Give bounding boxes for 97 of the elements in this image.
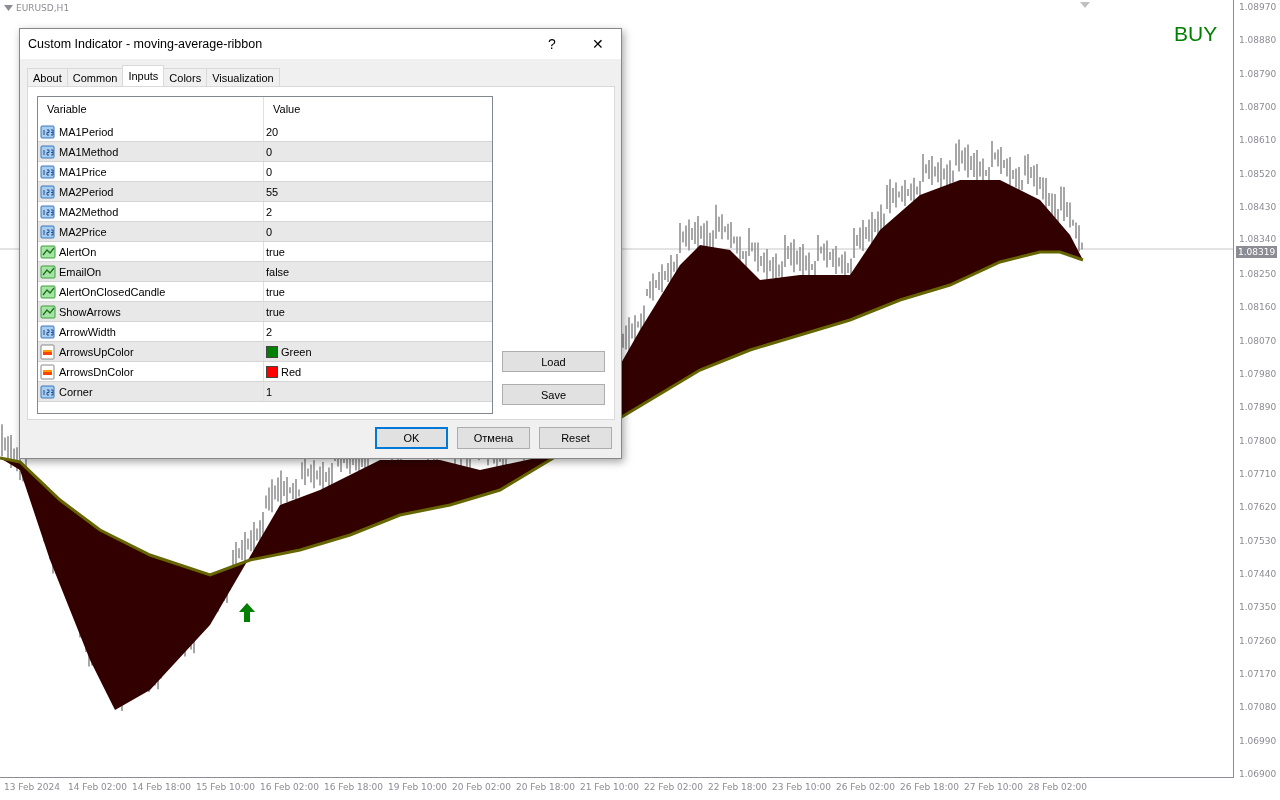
close-button[interactable]: ✕ [575,29,621,59]
time-label: 20 Feb 02:00 [452,782,513,792]
time-label: 23 Feb 10:00 [772,782,833,792]
price-label: 1.08070 [1239,334,1277,347]
column-header: Value [272,102,301,117]
variable-name: MA1Period [59,125,114,138]
price-label: 1.07080 [1239,701,1277,714]
number-type-icon [40,123,56,140]
time-label: 22 Feb 18:00 [708,782,769,792]
variable-value[interactable]: Red [281,365,302,378]
price-label: 1.07170 [1239,668,1277,680]
time-label: 14 Feb 18:00 [132,782,193,792]
variable-name: ArrowWidth [59,325,116,338]
palette-icon [40,343,56,360]
price-label: 1.07800 [1239,434,1277,447]
time-label: 14 Feb 02:00 [68,782,129,792]
price-label: 1.07350 [1239,601,1277,614]
time-label: 16 Feb 18:00 [324,782,385,792]
palette-icon [40,363,56,380]
tab[interactable]: About [27,68,68,86]
price-label: 1.08520 [1239,167,1277,180]
tab[interactable]: Inputs [122,65,165,86]
variable-name: ArrowsUpColor [59,345,134,358]
variable-value[interactable]: 20 [266,125,279,138]
dialog-button[interactable]: Reset [539,427,612,449]
price-label: 1.07980 [1239,367,1277,380]
variable-name: AlertOnClosedCandle [59,285,166,298]
variable-value[interactable]: 1 [266,385,273,398]
time-label: 21 Feb 10:00 [580,782,641,792]
price-label: 1.08700 [1239,101,1277,114]
number-type-icon [40,163,56,180]
signal-label: BUY [1174,22,1218,46]
time-label: 15 Feb 10:00 [196,782,257,792]
time-label: 13 Feb 2024 [4,782,61,792]
variable-value[interactable]: true [266,285,285,298]
variable-value[interactable]: 2 [266,205,273,218]
price-label: 1.08610 [1239,134,1277,147]
variable-value[interactable]: true [266,305,285,318]
column-header: Variable [46,102,87,117]
number-type-icon [40,143,56,160]
price-label: 1.08250 [1239,267,1277,280]
variable-name: Corner [59,385,93,398]
variable-value[interactable]: 2 [266,325,273,338]
variable-name: MA2Period [59,185,114,198]
price-label: 1.08880 [1239,34,1277,47]
variable-name: AlertOn [59,245,97,258]
up-arrow-icon [238,602,256,622]
variable-value[interactable]: true [266,245,285,258]
price-label: 1.07530 [1239,534,1277,547]
price-label: 1.07260 [1239,634,1277,647]
time-label: 20 Feb 18:00 [516,782,577,792]
number-type-icon [40,223,56,240]
variable-value[interactable]: false [266,265,290,278]
variable-value[interactable]: 0 [266,225,273,238]
price-label: 1.07890 [1239,401,1277,414]
variable-value[interactable]: 0 [266,165,273,178]
price-label: 1.07440 [1239,568,1277,580]
side-button[interactable]: Load [502,351,605,372]
time-label: 26 Feb 18:00 [900,782,961,792]
variable-value[interactable]: Green [281,345,312,358]
price-label: 1.06900 [1239,768,1277,781]
price-label: 1.07710 [1239,467,1277,480]
time-label: 22 Feb 02:00 [644,782,705,792]
time-label: 27 Feb 10:00 [964,782,1025,792]
variable-name: ShowArrows [59,305,121,318]
variable-name: MA2Price [59,225,107,238]
price-label: 1.07620 [1239,501,1277,514]
side-button[interactable]: Save [502,384,605,405]
variable-value[interactable]: 0 [266,145,273,158]
number-type-icon [40,383,56,400]
number-type-icon [40,203,56,220]
price-label: 1.08430 [1239,201,1277,214]
variable-name: MA1Price [59,165,107,178]
dropdown-triangle-icon [4,5,13,11]
variable-name: ArrowsDnColor [59,365,134,378]
variable-value[interactable]: 55 [266,185,279,198]
number-type-icon [40,323,56,340]
current-price-tag: 1.08319 [1236,246,1278,258]
help-button[interactable]: ? [529,29,575,59]
price-label: 1.08340 [1239,232,1277,245]
price-label: 1.08790 [1239,67,1277,80]
price-label: 1.08970 [1239,1,1277,13]
time-label: 26 Feb 02:00 [836,782,897,792]
time-label: 16 Feb 02:00 [260,782,321,792]
dialog-button[interactable]: OK [375,427,448,449]
time-label: 28 Feb 02:00 [1028,782,1089,792]
window-title: Custom Indicator - moving-average-ribbon [28,37,264,51]
variable-name: MA1Method [59,145,119,158]
price-label: 1.06990 [1239,734,1277,747]
number-type-icon [40,183,56,200]
price-label: 1.08160 [1239,301,1277,314]
tab[interactable]: Visualization [206,68,280,86]
symbol-label: EURUSD,H1 [16,3,70,13]
variable-name: MA2Method [59,205,119,218]
dialog-button[interactable]: Отмена [457,427,530,449]
time-label: 19 Feb 10:00 [388,782,449,792]
variable-name: EmailOn [59,265,102,278]
